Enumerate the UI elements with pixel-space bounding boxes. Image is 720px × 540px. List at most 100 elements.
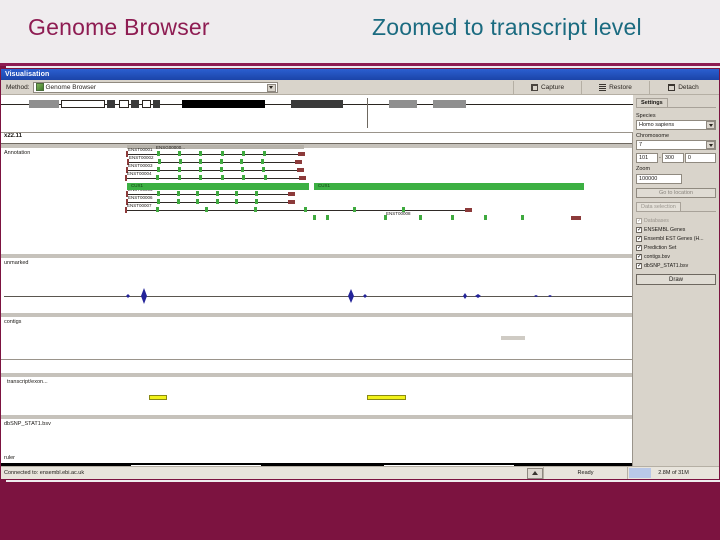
exon-block[interactable] (157, 167, 160, 172)
checkbox-icon[interactable] (636, 217, 642, 225)
checkbox-icon[interactable] (636, 226, 642, 234)
zoom-field[interactable]: 100000 (636, 174, 682, 184)
exon-block[interactable] (262, 167, 265, 172)
snp-marker-up[interactable] (348, 289, 354, 296)
exon-block[interactable] (254, 199, 258, 204)
method-select[interactable]: Genome Browser (32, 81, 278, 93)
exon-block[interactable] (220, 167, 223, 172)
snp-marker-down[interactable] (141, 296, 147, 304)
snp-marker-down[interactable] (463, 296, 467, 299)
tab-settings[interactable]: Settings (636, 98, 668, 107)
exon-block[interactable] (199, 159, 202, 164)
exon-block[interactable] (260, 159, 264, 164)
coord-start-field[interactable]: 101 (636, 153, 658, 163)
exon-block[interactable] (156, 207, 159, 212)
exon-block[interactable] (419, 215, 422, 220)
exon-block[interactable] (199, 175, 202, 180)
snp-marker-down[interactable] (363, 296, 367, 298)
exon-block[interactable] (484, 215, 487, 220)
exon-block[interactable] (241, 151, 245, 156)
snp-marker-down[interactable] (126, 296, 130, 298)
data-checkbox-0[interactable]: Databases (636, 216, 716, 225)
gene-model-row[interactable]: ENST00005 (1, 187, 632, 198)
snp-marker-down[interactable] (348, 296, 354, 303)
gene-summary-bar[interactable] (127, 145, 304, 149)
snp-marker-up[interactable] (141, 288, 147, 296)
draw-button[interactable]: Draw (636, 274, 716, 285)
bottom-ruler[interactable] (1, 463, 632, 466)
exon-block[interactable] (263, 175, 267, 180)
exon-block[interactable] (220, 151, 224, 156)
snp-marker-down[interactable] (534, 296, 538, 297)
gene-model-row[interactable]: ENST00002 (1, 155, 632, 166)
exon-block[interactable] (451, 215, 454, 220)
data-checkbox-1[interactable]: ENSEMBL Genes (636, 225, 716, 234)
exon-block[interactable] (199, 167, 202, 172)
gene-model-row[interactable]: ENST00001 (1, 147, 632, 158)
exon-block[interactable] (326, 215, 329, 220)
exon-block[interactable] (220, 175, 224, 180)
gene-model-row[interactable] (1, 215, 632, 222)
chromosome-overview[interactable] (1, 95, 633, 133)
exon-block[interactable] (178, 159, 182, 164)
exon-block[interactable] (215, 191, 219, 196)
tracks-canvas[interactable]: x22.11 Annotation ENSG00000... ENST00001… (1, 133, 633, 466)
exon-block[interactable] (254, 207, 258, 212)
exon-block[interactable] (205, 207, 209, 212)
chevron-down-icon[interactable] (706, 141, 715, 149)
exon-block[interactable] (262, 151, 266, 156)
contig-feature[interactable] (501, 336, 525, 340)
exon-block[interactable] (240, 159, 243, 164)
exon-block[interactable] (241, 167, 244, 172)
gene-model-row[interactable]: ENST00004 (1, 171, 632, 182)
exon-block[interactable] (196, 191, 199, 196)
data-checkbox-2[interactable]: Ensembl EST Genes (H... (636, 234, 716, 243)
checkbox-icon[interactable] (636, 253, 642, 261)
goto-location-button[interactable]: Go to location (636, 188, 716, 198)
exon-block[interactable] (235, 199, 238, 204)
coord-extra-field[interactable]: 0 (684, 153, 716, 163)
exon-block[interactable] (303, 207, 307, 212)
exon-block[interactable] (235, 191, 238, 196)
memory-indicator[interactable]: 2.8M of 31M (627, 467, 719, 479)
coord-end-field[interactable]: 300 (661, 153, 684, 163)
checkbox-icon[interactable] (636, 244, 642, 252)
data-checkbox-4[interactable]: contigs.bsv (636, 252, 716, 261)
gene-model-row[interactable]: ENST00003 (1, 163, 632, 174)
checkbox-icon[interactable] (636, 262, 642, 270)
chromosome-select[interactable]: 7 (636, 140, 716, 150)
exon-block[interactable] (157, 191, 160, 196)
exon-block[interactable] (242, 175, 245, 180)
data-checkbox-3[interactable]: Prediction Set (636, 243, 716, 252)
tab-data-selection[interactable]: Data selection (636, 202, 681, 211)
snp-marker-down[interactable] (475, 296, 481, 298)
exon-block[interactable] (313, 215, 316, 220)
gene-model-row[interactable]: ENST00006 (1, 195, 632, 206)
exon-block[interactable] (157, 199, 160, 204)
exon-feature-block[interactable] (367, 395, 406, 400)
detach-button[interactable]: Detach (649, 80, 717, 94)
exon-block[interactable] (196, 199, 199, 204)
gene-model-row[interactable]: ENST00007 (1, 203, 632, 214)
exon-block[interactable] (158, 159, 161, 164)
capture-button[interactable]: Capture (513, 80, 581, 94)
selected-transcript-bar[interactable]: CUX1 (127, 183, 309, 190)
restore-button[interactable]: Restore (581, 80, 649, 94)
exon-block[interactable] (254, 191, 258, 196)
exon-block[interactable] (176, 191, 180, 196)
exon-block[interactable] (176, 199, 180, 204)
status-expand-button[interactable] (527, 467, 543, 479)
chevron-down-icon[interactable] (266, 83, 276, 92)
ideogram-cursor[interactable] (367, 98, 368, 128)
exon-block[interactable] (178, 151, 182, 156)
species-select[interactable]: Homo sapiens (636, 120, 716, 130)
selected-transcript-bar-2[interactable]: CUX1 (314, 183, 584, 190)
exon-block[interactable] (352, 207, 356, 212)
exon-block[interactable] (156, 175, 159, 180)
exon-block[interactable] (178, 167, 181, 172)
exon-feature-block[interactable] (149, 395, 167, 400)
data-checkbox-5[interactable]: dbSNP_STAT1.bsv (636, 261, 716, 270)
exon-block[interactable] (157, 151, 160, 156)
exon-block[interactable] (521, 215, 524, 220)
exon-block[interactable] (177, 175, 181, 180)
